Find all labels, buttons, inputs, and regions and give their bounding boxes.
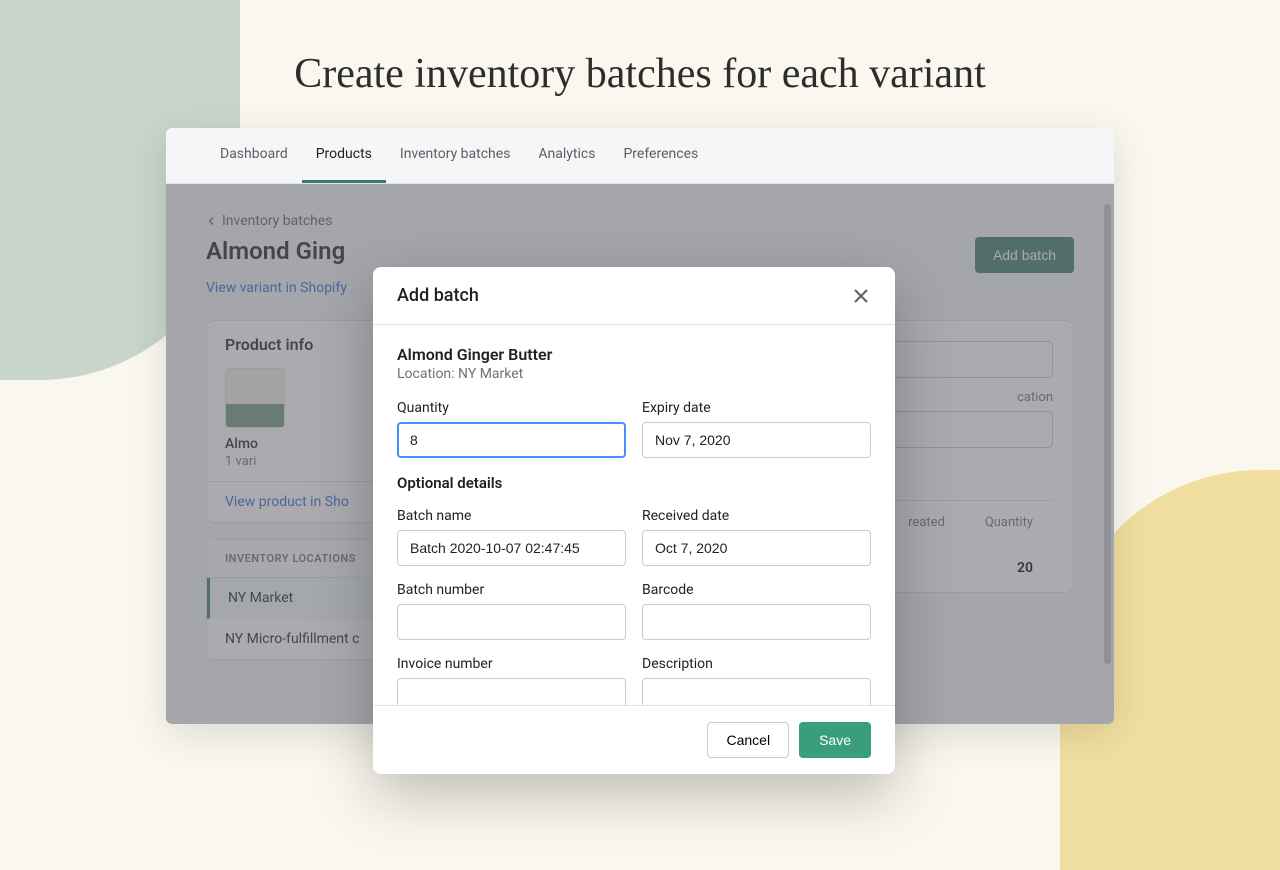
optional-details-header: Optional details <box>397 474 871 492</box>
batch-name-input[interactable] <box>397 530 626 566</box>
nav-tabs: Dashboard Products Inventory batches Ana… <box>166 128 1114 184</box>
received-date-input[interactable] <box>642 530 871 566</box>
tab-products[interactable]: Products <box>302 128 386 183</box>
close-icon[interactable] <box>851 286 871 306</box>
invoice-number-label: Invoice number <box>397 656 626 672</box>
barcode-label: Barcode <box>642 582 871 598</box>
description-label: Description <box>642 656 871 672</box>
description-input[interactable] <box>642 678 871 705</box>
tab-dashboard[interactable]: Dashboard <box>206 128 302 183</box>
received-date-label: Received date <box>642 508 871 524</box>
add-batch-modal: Add batch Almond Ginger Butter Location:… <box>373 267 895 774</box>
modal-footer: Cancel Save <box>373 705 895 774</box>
tab-preferences[interactable]: Preferences <box>609 128 712 183</box>
tab-inventory-batches[interactable]: Inventory batches <box>386 128 525 183</box>
modal-product-name: Almond Ginger Butter <box>397 345 871 364</box>
modal-header: Add batch <box>373 267 895 325</box>
expiry-date-input[interactable] <box>642 422 871 458</box>
batch-number-input[interactable] <box>397 604 626 640</box>
save-button[interactable]: Save <box>799 722 871 758</box>
cancel-button[interactable]: Cancel <box>707 722 789 758</box>
barcode-input[interactable] <box>642 604 871 640</box>
modal-body: Almond Ginger Butter Location: NY Market… <box>373 325 895 705</box>
expiry-date-label: Expiry date <box>642 400 871 416</box>
batch-name-label: Batch name <box>397 508 626 524</box>
quantity-input[interactable] <box>397 422 626 458</box>
tab-analytics[interactable]: Analytics <box>524 128 609 183</box>
quantity-label: Quantity <box>397 400 626 416</box>
page-title: Create inventory batches for each varian… <box>0 50 1280 98</box>
modal-title: Add batch <box>397 285 479 306</box>
modal-location: Location: NY Market <box>397 366 871 382</box>
invoice-number-input[interactable] <box>397 678 626 705</box>
batch-number-label: Batch number <box>397 582 626 598</box>
